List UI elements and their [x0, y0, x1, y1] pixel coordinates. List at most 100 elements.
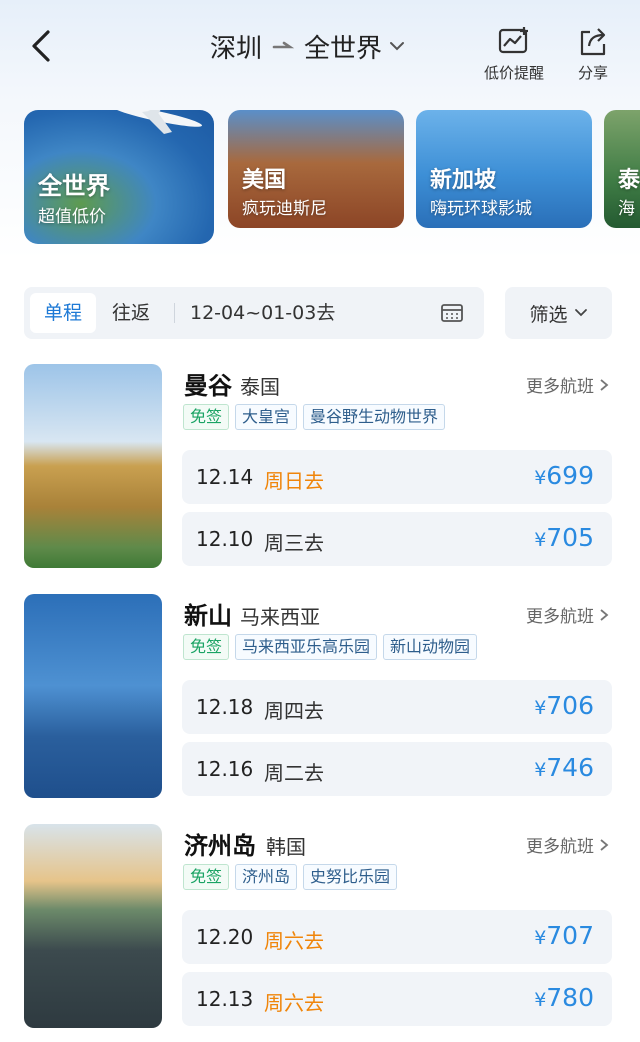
destination-title: 美国 [242, 168, 287, 193]
city-name: 新山 [184, 602, 232, 630]
origin-city: 深圳 [210, 33, 263, 64]
flight-price: ¥780 [534, 983, 594, 1012]
country-name: 马来西亚 [240, 605, 320, 629]
currency-symbol: ¥ [534, 467, 547, 489]
airplane-icon [111, 110, 203, 134]
flight-option[interactable]: 12.14 周日去 ¥699 [182, 450, 612, 504]
more-flights-label: 更多航班 [526, 377, 594, 397]
attraction-tag: 新山动物园 [383, 634, 478, 660]
trip-filter-bar: 单程 往返 12-04~01-03去 [24, 287, 484, 339]
more-flights-label: 更多航班 [526, 607, 594, 627]
back-arrow-icon[interactable] [26, 26, 60, 66]
flight-price: ¥705 [534, 523, 594, 552]
divider [174, 303, 175, 323]
flight-weekday: 周四去 [264, 699, 324, 723]
visa-free-tag: 免签 [183, 864, 230, 890]
flight-weekday: 周日去 [264, 469, 324, 493]
destination-city: 全世界 [304, 33, 383, 64]
destination-item-bangkok: 曼谷 泰国 更多航班 免签 大皇宫 曼谷野生动物世界 12.14 周日去 ¥69… [24, 364, 612, 570]
destination-title: 新加坡 [430, 168, 497, 193]
currency-symbol: ¥ [534, 759, 547, 781]
attraction-tag: 大皇宫 [235, 404, 298, 430]
calendar-icon[interactable] [440, 301, 464, 325]
tag-list: 免签 大皇宫 曼谷野生动物世界 [183, 404, 446, 430]
price-value: 707 [546, 921, 594, 950]
flight-option[interactable]: 12.10 周三去 ¥705 [182, 512, 612, 566]
route-arrow-icon [272, 41, 295, 49]
destination-subtitle: 超值低价 [38, 207, 106, 227]
more-flights-link[interactable]: 更多航班 [526, 372, 610, 397]
flight-price: ¥707 [534, 921, 594, 950]
flight-option[interactable]: 12.13 周六去 ¥780 [182, 972, 612, 1026]
destination-card-thailand[interactable]: 泰 海 [604, 110, 640, 228]
low-price-alert-label: 低价提醒 [484, 64, 545, 82]
chevron-right-icon [600, 838, 609, 851]
date-range-selector[interactable]: 12-04~01-03去 [190, 293, 335, 333]
price-value: 699 [546, 461, 594, 490]
share-icon [580, 28, 606, 56]
city-name: 济州岛 [184, 832, 256, 860]
flight-option[interactable]: 12.16 周二去 ¥746 [182, 742, 612, 796]
flight-weekday: 周二去 [264, 761, 324, 785]
attraction-tag: 史努比乐园 [303, 864, 398, 890]
destination-subtitle: 海 [618, 199, 635, 219]
destination-title: 泰 [618, 168, 640, 193]
destination-subtitle: 疯玩迪斯尼 [242, 199, 327, 219]
attraction-tag: 济州岛 [235, 864, 298, 890]
filter-label: 筛选 [529, 303, 568, 326]
chevron-down-icon [574, 309, 587, 317]
tag-list: 免签 马来西亚乐高乐园 新山动物园 [183, 634, 478, 660]
route-selector[interactable]: 深圳 全世界 [210, 26, 406, 66]
currency-symbol: ¥ [534, 529, 547, 551]
low-price-alert-button[interactable]: 低价提醒 [484, 26, 544, 83]
visa-free-tag: 免签 [183, 634, 230, 660]
flight-weekday: 周六去 [264, 991, 324, 1015]
currency-symbol: ¥ [534, 697, 547, 719]
more-flights-label: 更多航班 [526, 837, 594, 857]
flight-option[interactable]: 12.18 周四去 ¥706 [182, 680, 612, 734]
destination-title: 全世界 [38, 172, 110, 200]
flight-date: 12.14 [196, 465, 254, 489]
tag-list: 免签 济州岛 史努比乐园 [183, 864, 398, 890]
chevron-down-icon [390, 42, 405, 51]
visa-free-tag: 免签 [183, 404, 230, 430]
flight-date: 12.13 [196, 987, 254, 1011]
destination-card-world[interactable]: 全世界 超值低价 [24, 110, 214, 244]
flight-date: 12.16 [196, 757, 254, 781]
destination-photo[interactable] [24, 594, 162, 798]
more-flights-link[interactable]: 更多航班 [526, 602, 610, 627]
destination-photo[interactable] [24, 364, 162, 568]
share-label: 分享 [577, 64, 608, 82]
filter-button[interactable]: 筛选 [505, 287, 612, 339]
tab-round-trip[interactable]: 往返 [98, 293, 164, 333]
country-name: 韩国 [266, 835, 306, 859]
share-button[interactable]: 分享 [576, 26, 610, 83]
destination-photo[interactable] [24, 824, 162, 1028]
currency-symbol: ¥ [534, 989, 547, 1011]
flight-weekday: 周六去 [264, 929, 324, 953]
destination-item-jeju: 济州岛 韩国 更多航班 免签 济州岛 史努比乐园 12.20 周六去 ¥707 … [24, 824, 612, 1030]
flight-date: 12.10 [196, 527, 254, 551]
price-value: 746 [546, 753, 594, 782]
destination-card-singapore[interactable]: 新加坡 嗨玩环球影城 [416, 110, 592, 228]
flight-price: ¥699 [534, 461, 594, 490]
country-name: 泰国 [240, 375, 280, 399]
destination-carousel[interactable]: 全世界 超值低价 美国 疯玩迪斯尼 新加坡 嗨玩环球影城 泰 海 [24, 110, 640, 250]
flight-date: 12.20 [196, 925, 254, 949]
flight-option[interactable]: 12.20 周六去 ¥707 [182, 910, 612, 964]
destination-subtitle: 嗨玩环球影城 [430, 199, 532, 219]
flight-date: 12.18 [196, 695, 254, 719]
price-value: 705 [546, 523, 594, 552]
more-flights-link[interactable]: 更多航班 [526, 832, 610, 857]
tab-one-way[interactable]: 单程 [30, 293, 97, 333]
flight-price: ¥706 [534, 691, 594, 720]
price-chart-icon [498, 27, 528, 54]
currency-symbol: ¥ [534, 927, 547, 949]
destination-item-johor-bahru: 新山 马来西亚 更多航班 免签 马来西亚乐高乐园 新山动物园 12.18 周四去… [24, 594, 612, 800]
attraction-tag: 马来西亚乐高乐园 [235, 634, 378, 660]
city-name: 曼谷 [184, 372, 232, 400]
destination-card-usa[interactable]: 美国 疯玩迪斯尼 [228, 110, 404, 228]
chevron-right-icon [600, 378, 609, 391]
price-value: 780 [546, 983, 594, 1012]
flight-weekday: 周三去 [264, 531, 324, 555]
